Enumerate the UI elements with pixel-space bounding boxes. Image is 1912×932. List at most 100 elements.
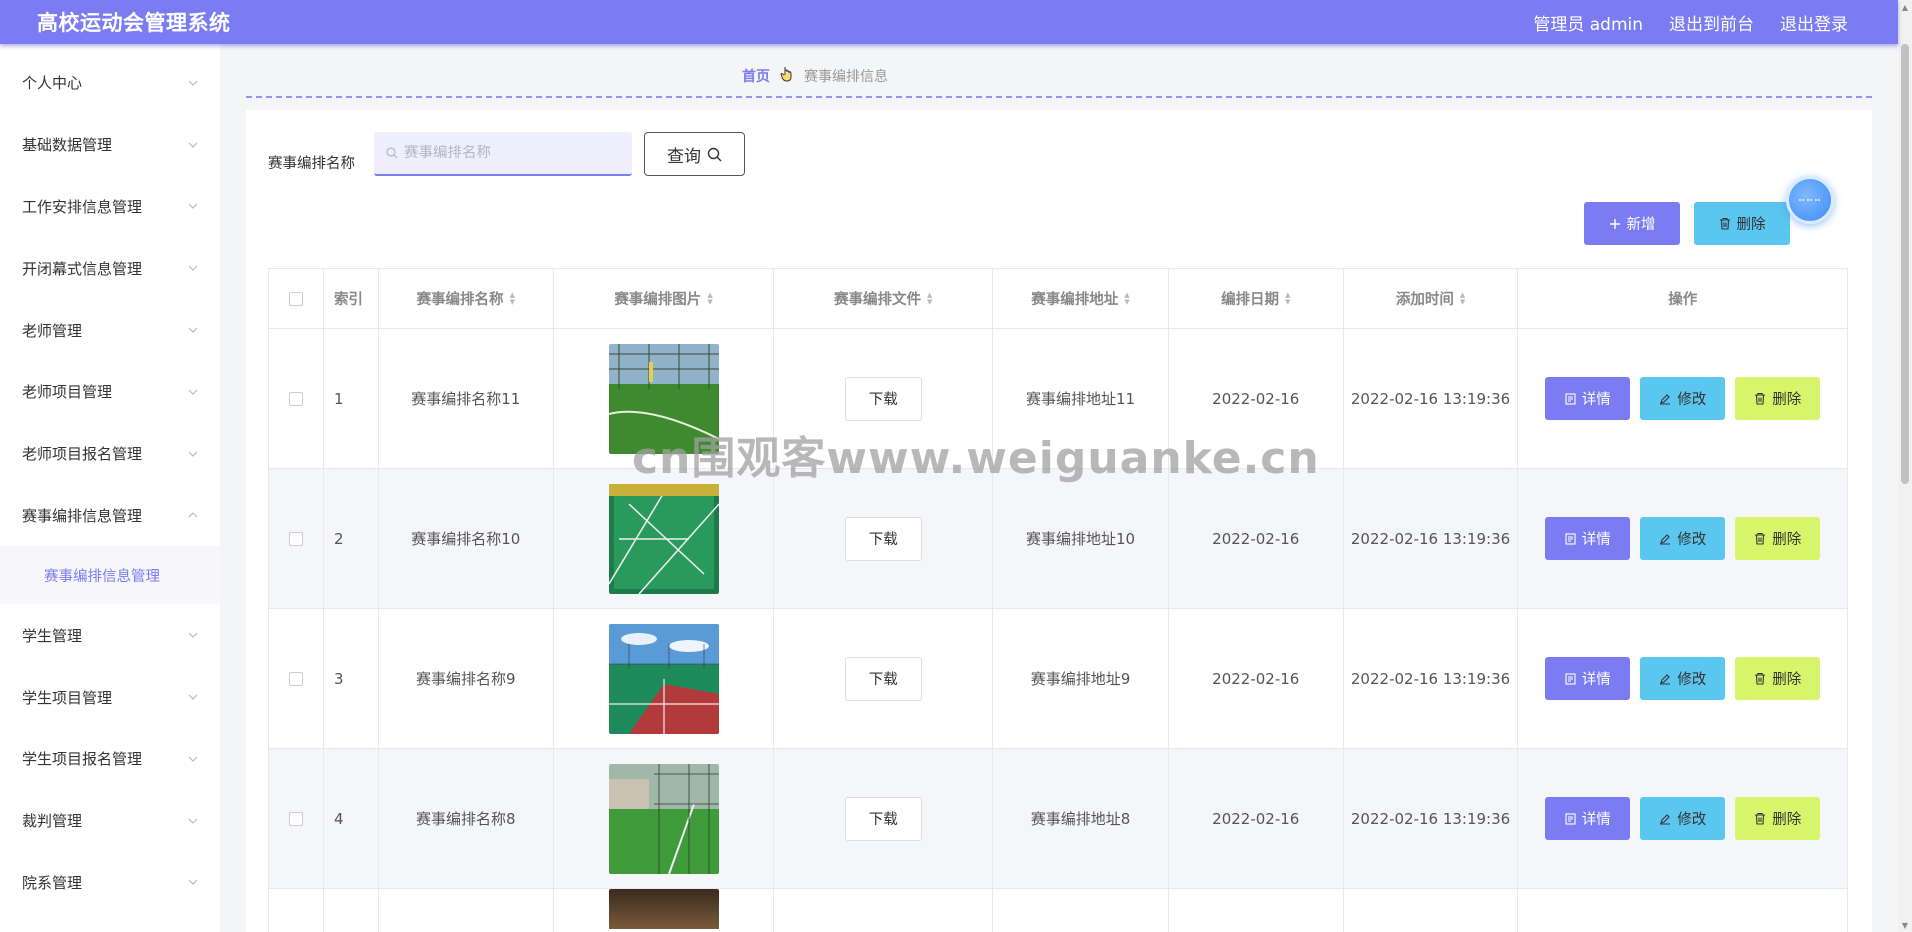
trash-icon	[1755, 392, 1766, 405]
cell-date: 2022-02-16	[1169, 609, 1344, 748]
sidebar-item[interactable]: 学生项目管理	[0, 666, 220, 728]
chevron-down-icon	[188, 692, 198, 702]
edit-button[interactable]: 修改	[1640, 517, 1726, 560]
row-checkbox[interactable]	[288, 391, 303, 406]
sidebar-item-label: 个人中心	[22, 74, 83, 93]
sidebar-item-label: 裁判管理	[22, 812, 83, 831]
sidebar-item[interactable]: 老师管理	[0, 299, 220, 361]
sidebar-item-label: 院系管理	[22, 873, 83, 892]
scroll-down-arrow[interactable]: ▼	[1901, 920, 1909, 930]
thumbnail-image[interactable]	[608, 483, 719, 594]
sidebar-item[interactable]: 工作安排信息管理	[0, 176, 220, 238]
breadcrumb-home[interactable]: 首页	[742, 66, 770, 86]
table-row: 1 赛事编排名称11 下载 赛事编排地址11 2022-02-16 2022-02-16 …	[269, 329, 1847, 469]
download-button[interactable]: 下载	[844, 516, 922, 561]
cell-name: 赛事编排名称9	[379, 609, 554, 748]
sidebar-item-label: 学生项目报名管理	[22, 750, 143, 769]
detail-button[interactable]: 详情	[1545, 517, 1631, 560]
query-button-label: 查询	[667, 146, 701, 167]
pencil-icon	[1660, 393, 1671, 405]
edit-label: 修改	[1677, 672, 1707, 688]
batch-delete-button[interactable]: 删除	[1694, 202, 1790, 245]
row-checkbox[interactable]	[288, 811, 303, 826]
page-scrollbar[interactable]: ▲ ▼	[1898, 0, 1912, 932]
breadcrumb-current: 赛事编排信息	[804, 69, 888, 85]
col-image[interactable]: 赛事编排图片 ▲ ▼	[554, 269, 775, 328]
chevron-down-icon	[188, 877, 198, 887]
delete-button[interactable]: 删除	[1735, 517, 1821, 560]
sidebar-item[interactable]: 裁判管理	[0, 790, 220, 852]
row-checkbox[interactable]	[288, 531, 303, 546]
chevron-down-icon	[188, 263, 198, 273]
sidebar-item[interactable]: 学生项目报名管理	[0, 728, 220, 790]
sidebar-item[interactable]: 学生管理	[0, 604, 220, 666]
add-button[interactable]: 新增	[1584, 202, 1680, 245]
add-button-label: 新增	[1626, 217, 1656, 233]
select-all-checkbox[interactable]	[288, 291, 303, 306]
detail-button[interactable]: 详情	[1545, 797, 1631, 840]
current-user: 管理员 admin	[1533, 14, 1643, 35]
search-icon	[707, 147, 722, 161]
sidebar-item-label: 学生项目管理	[22, 688, 113, 707]
scroll-up-arrow[interactable]: ▲	[1901, 2, 1909, 12]
sidebar-item[interactable]: 开闭幕式信息管理	[0, 237, 220, 299]
search-input[interactable]	[404, 145, 624, 161]
download-button[interactable]: 下载	[844, 656, 922, 701]
sidebar-subitem-active[interactable]: 赛事编排信息管理	[0, 546, 220, 605]
sidebar-item[interactable]: 基础数据管理	[0, 114, 220, 176]
scroll-thumb[interactable]	[1901, 44, 1909, 484]
float-icon	[1799, 199, 1821, 201]
download-button[interactable]: 下载	[844, 376, 922, 421]
thumbnail-image[interactable]	[608, 343, 719, 454]
sort-icon: ▲ ▼	[1459, 290, 1466, 306]
row-checkbox[interactable]	[288, 671, 303, 686]
cell-address: 赛事编排地址8	[993, 749, 1169, 888]
edit-button[interactable]: 修改	[1640, 657, 1726, 700]
sort-icon: ▲ ▼	[707, 290, 713, 306]
col-address[interactable]: 赛事编排地址 ▲ ▼	[993, 269, 1169, 328]
sidebar-item[interactable]: 院系管理	[0, 852, 220, 914]
table-header-row: 索引 赛事编排名称 ▲ ▼ 赛事编排图片 ▲ ▼ 赛事编排文件 ▲ ▼ 赛事编排地址 ▲ ▼ 编…	[269, 269, 1847, 329]
col-index: 索引	[324, 269, 379, 328]
chevron-down-icon	[188, 78, 198, 88]
download-button[interactable]: 下载	[844, 796, 922, 841]
floating-action-button[interactable]	[1786, 176, 1834, 224]
query-button[interactable]: 查询	[644, 132, 745, 176]
edit-label: 修改	[1677, 532, 1707, 548]
detail-button[interactable]: 详情	[1545, 377, 1631, 420]
search-field[interactable]	[374, 132, 632, 176]
delete-label: 删除	[1772, 532, 1802, 548]
thumbnail-image[interactable]	[608, 763, 719, 874]
chevron-down-icon	[188, 816, 198, 826]
col-added[interactable]: 添加时间 ▲ ▼	[1344, 269, 1519, 328]
table-row: 2 赛事编排名称10 下载 赛事编排地址10 2022-02-16 2022-02-16 …	[269, 469, 1847, 609]
col-address-label: 赛事编排地址	[1031, 292, 1119, 308]
trash-icon	[1755, 532, 1766, 545]
document-icon	[1565, 812, 1576, 825]
col-file[interactable]: 赛事编排文件 ▲ ▼	[774, 269, 994, 328]
delete-label: 删除	[1772, 672, 1802, 688]
sidebar-item[interactable]: 赛事编排信息管理	[0, 485, 220, 547]
detail-label: 详情	[1581, 532, 1611, 548]
col-date-label: 编排日期	[1221, 292, 1280, 308]
edit-button[interactable]: 修改	[1640, 797, 1726, 840]
table-row-partial	[269, 889, 1847, 932]
sidebar-item[interactable]: 个人中心	[0, 52, 220, 114]
to-front-link[interactable]: 退出到前台	[1669, 10, 1754, 35]
sidebar-item[interactable]: 老师项目报名管理	[0, 423, 220, 485]
thumbnail-image[interactable]	[608, 623, 719, 734]
logout-link[interactable]: 退出登录	[1780, 10, 1848, 35]
breadcrumb: 首页 赛事编排信息	[742, 66, 888, 86]
col-name[interactable]: 赛事编排名称 ▲ ▼	[379, 269, 554, 328]
sidebar-item[interactable]: 老师项目管理	[0, 361, 220, 423]
edit-button[interactable]: 修改	[1640, 377, 1726, 420]
cell-name: 赛事编排名称11	[379, 329, 554, 468]
header-actions: 管理员 admin 退出到前台 退出登录	[1533, 10, 1848, 35]
delete-button[interactable]: 删除	[1735, 657, 1821, 700]
detail-label: 详情	[1581, 672, 1611, 688]
col-date[interactable]: 编排日期 ▲ ▼	[1169, 269, 1344, 328]
delete-button[interactable]: 删除	[1735, 797, 1821, 840]
detail-button[interactable]: 详情	[1545, 657, 1631, 700]
document-icon	[1565, 392, 1576, 405]
delete-button[interactable]: 删除	[1735, 377, 1821, 420]
